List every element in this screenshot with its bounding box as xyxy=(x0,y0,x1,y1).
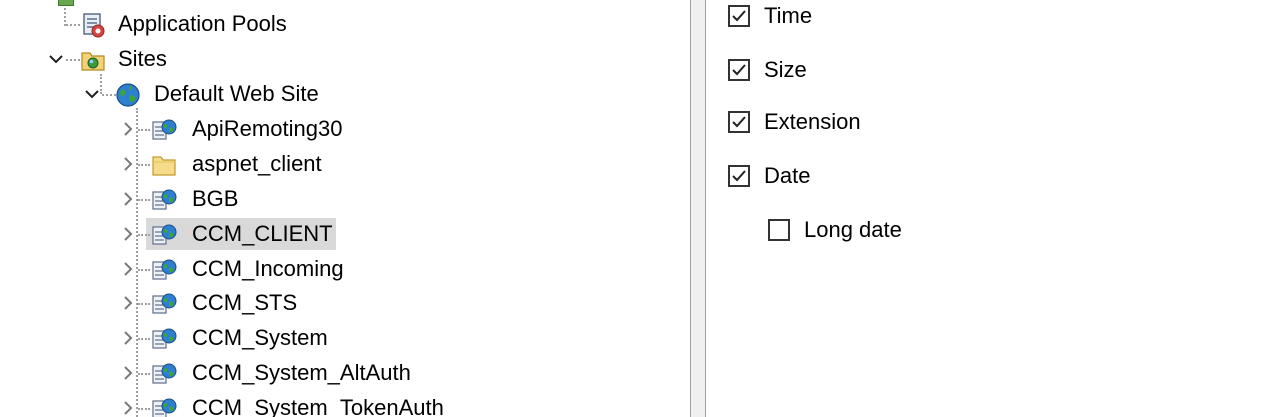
tree-item-label: CCM_System xyxy=(192,325,328,350)
web-app-icon xyxy=(150,222,178,248)
chevron-right-icon[interactable] xyxy=(120,156,136,172)
tree-item-label: Default Web Site xyxy=(154,81,319,106)
app-pool-icon xyxy=(80,12,108,38)
size-checkbox[interactable] xyxy=(728,59,750,81)
tree-item-label: CCM_Incoming xyxy=(192,256,344,281)
tree-item-label: BGB xyxy=(192,186,239,211)
tree-item-ccm-client[interactable]: CCM_CLIENT xyxy=(0,218,400,250)
tree-item-label: CCM_System_TokenAuth xyxy=(192,395,444,417)
time-checkbox[interactable] xyxy=(728,5,750,27)
web-app-icon xyxy=(150,396,178,417)
tree-line xyxy=(138,303,150,305)
web-app-icon xyxy=(150,117,178,143)
chevron-right-icon[interactable] xyxy=(120,295,136,311)
chevron-right-icon[interactable] xyxy=(120,121,136,137)
tree-item-label: CCM_CLIENT xyxy=(192,221,333,246)
date-checkbox[interactable] xyxy=(728,165,750,187)
server-icon xyxy=(58,0,74,6)
connections-tree: Application Pools Sites Default Web Site… xyxy=(0,0,690,417)
long-date-label: Long date xyxy=(804,217,902,242)
tree-line xyxy=(138,269,150,271)
tree-line xyxy=(66,59,80,61)
pane-splitter[interactable] xyxy=(690,0,706,417)
tree-item-label: aspnet_client xyxy=(192,151,322,176)
tree-item-ccm-system-tokenauth[interactable]: CCM_System_TokenAuth xyxy=(0,392,480,417)
directory-browsing-options: Time Size Extension Date Long date xyxy=(706,0,1280,417)
long-date-checkbox[interactable] xyxy=(768,219,790,241)
tree-item-label: CCM_STS xyxy=(192,290,298,315)
web-app-icon xyxy=(150,187,178,213)
tree-item-label: Application Pools xyxy=(118,11,287,36)
tree-line xyxy=(138,338,150,340)
web-app-icon xyxy=(150,291,178,317)
chevron-right-icon[interactable] xyxy=(120,330,136,346)
chevron-right-icon[interactable] xyxy=(120,191,136,207)
tree-item-apiremoting30[interactable]: ApiRemoting30 xyxy=(0,113,400,145)
tree-line xyxy=(138,164,150,166)
sites-folder-icon xyxy=(80,47,108,73)
tree-item-application-pools[interactable]: Application Pools xyxy=(0,8,320,40)
time-label: Time xyxy=(764,3,813,28)
tree-line xyxy=(138,408,150,410)
chevron-right-icon[interactable] xyxy=(120,261,136,277)
extension-checkbox[interactable] xyxy=(728,111,750,133)
web-app-icon xyxy=(150,361,178,387)
tree-item-ccm-system-altauth[interactable]: CCM_System_AltAuth xyxy=(0,357,460,389)
chevron-right-icon[interactable] xyxy=(120,226,136,242)
chevron-down-icon[interactable] xyxy=(48,51,64,67)
tree-line xyxy=(66,24,80,26)
size-label: Size xyxy=(764,57,807,82)
tree-item-default-web-site[interactable]: Default Web Site xyxy=(0,78,360,110)
folder-icon xyxy=(150,152,178,178)
tree-line xyxy=(138,199,150,201)
extension-label: Extension xyxy=(764,109,861,134)
tree-line xyxy=(138,373,150,375)
globe-icon xyxy=(114,82,142,108)
tree-item-ccm-system[interactable]: CCM_System xyxy=(0,322,400,354)
tree-line xyxy=(138,234,150,236)
web-app-icon xyxy=(150,326,178,352)
chevron-right-icon[interactable] xyxy=(120,365,136,381)
tree-item-ccm-sts[interactable]: CCM_STS xyxy=(0,287,400,319)
tree-item-label: Sites xyxy=(118,46,167,71)
tree-item-label: ApiRemoting30 xyxy=(192,116,343,141)
chevron-right-icon[interactable] xyxy=(120,400,136,416)
tree-item-bgb[interactable]: BGB xyxy=(0,183,400,215)
tree-item-ccm-incoming[interactable]: CCM_Incoming xyxy=(0,253,400,285)
tree-line xyxy=(138,129,150,131)
date-label: Date xyxy=(764,163,811,188)
tree-item-aspnet-client[interactable]: aspnet_client xyxy=(0,148,400,180)
chevron-down-icon[interactable] xyxy=(84,86,100,102)
tree-item-label: CCM_System_AltAuth xyxy=(192,360,411,385)
tree-item-sites[interactable]: Sites xyxy=(0,43,320,75)
web-app-icon xyxy=(150,257,178,283)
